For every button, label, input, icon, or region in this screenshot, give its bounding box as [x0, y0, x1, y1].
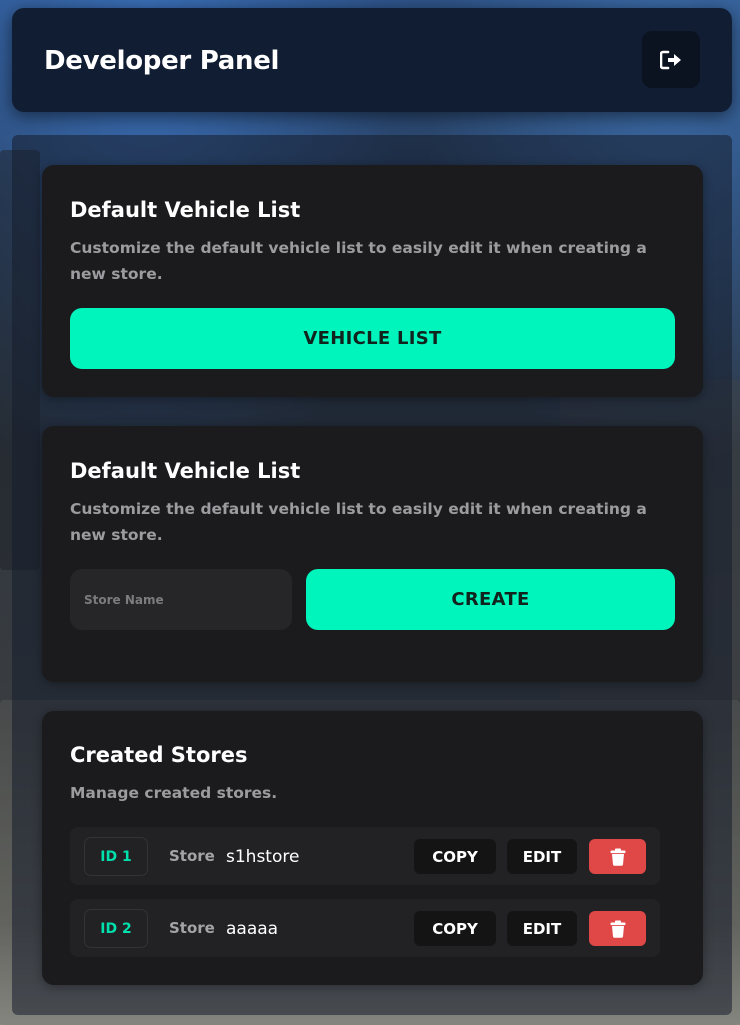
- create-store-card: Default Vehicle List Customize the defau…: [42, 426, 703, 682]
- card-description: Customize the default vehicle list to ea…: [70, 239, 647, 283]
- edit-button[interactable]: EDIT: [507, 839, 577, 874]
- copy-button[interactable]: COPY: [414, 839, 496, 874]
- edit-button[interactable]: EDIT: [507, 911, 577, 946]
- store-name: aaaaa: [226, 919, 279, 939]
- store-name-input[interactable]: [70, 569, 292, 630]
- store-name: s1hstore: [226, 847, 300, 867]
- store-label: Store: [169, 847, 215, 865]
- delete-button[interactable]: [589, 839, 646, 874]
- store-row: ID 2 Store aaaaa COPY EDIT: [70, 899, 660, 957]
- header-bar: Developer Panel: [12, 8, 732, 112]
- exit-button[interactable]: [642, 31, 700, 88]
- store-id-badge: ID 1: [84, 837, 148, 876]
- vehicle-list-card: Default Vehicle List Customize the defau…: [42, 165, 703, 397]
- sign-out-icon: [660, 50, 681, 69]
- card-title: Created Stores: [70, 743, 248, 767]
- created-stores-card: Created Stores Manage created stores. ID…: [42, 711, 703, 985]
- store-label: Store: [169, 919, 215, 937]
- page-title: Developer Panel: [44, 46, 280, 76]
- trash-icon: [610, 920, 625, 938]
- store-row: ID 1 Store s1hstore COPY EDIT: [70, 827, 660, 885]
- vehicle-list-button[interactable]: VEHICLE LIST: [70, 308, 675, 369]
- create-button[interactable]: CREATE: [306, 569, 675, 630]
- store-id-badge: ID 2: [84, 909, 148, 948]
- delete-button[interactable]: [589, 911, 646, 946]
- card-title: Default Vehicle List: [70, 198, 301, 222]
- trash-icon: [610, 848, 625, 866]
- copy-button[interactable]: COPY: [414, 911, 496, 946]
- card-description: Customize the default vehicle list to ea…: [70, 500, 647, 544]
- card-description: Manage created stores.: [70, 784, 278, 802]
- card-title: Default Vehicle List: [70, 459, 301, 483]
